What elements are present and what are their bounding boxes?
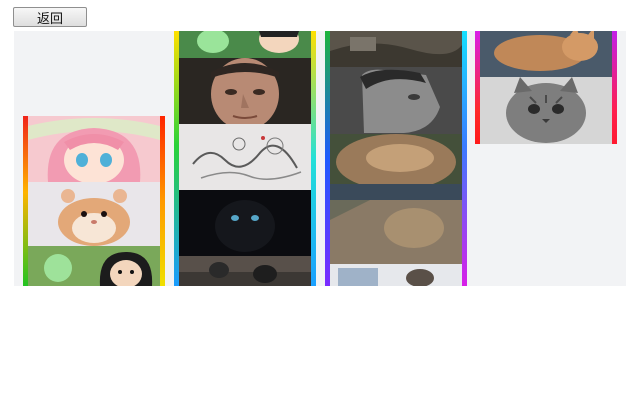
image-gallery — [14, 31, 626, 286]
hamster-image[interactable] — [28, 182, 160, 246]
tabby-kitten-image[interactable] — [480, 77, 612, 144]
anime-girl-image[interactable] — [28, 116, 160, 182]
vintage-photo-image[interactable] — [330, 31, 462, 67]
sleeping-cat-image[interactable] — [330, 134, 462, 200]
black-cat-eyes-image[interactable] — [179, 190, 311, 256]
cat-window-image[interactable] — [330, 264, 462, 286]
cat-closeup-image[interactable] — [330, 200, 462, 264]
back-button[interactable]: 返回 — [13, 7, 87, 27]
cartoon-characters-image[interactable] — [179, 31, 311, 58]
gallery-column-3 — [325, 31, 467, 286]
man-portrait-image[interactable] — [179, 58, 311, 124]
cartoon-friends-image[interactable] — [28, 246, 160, 286]
gallery-column-4 — [475, 31, 617, 144]
man-profile-portrait-image[interactable] — [330, 67, 462, 134]
gallery-column-1 — [23, 116, 165, 286]
pencil-sketch-image[interactable] — [179, 124, 311, 190]
orange-cat-image[interactable] — [480, 31, 612, 77]
gallery-column-2 — [174, 31, 316, 286]
cats-bedroom-image[interactable] — [179, 256, 311, 286]
